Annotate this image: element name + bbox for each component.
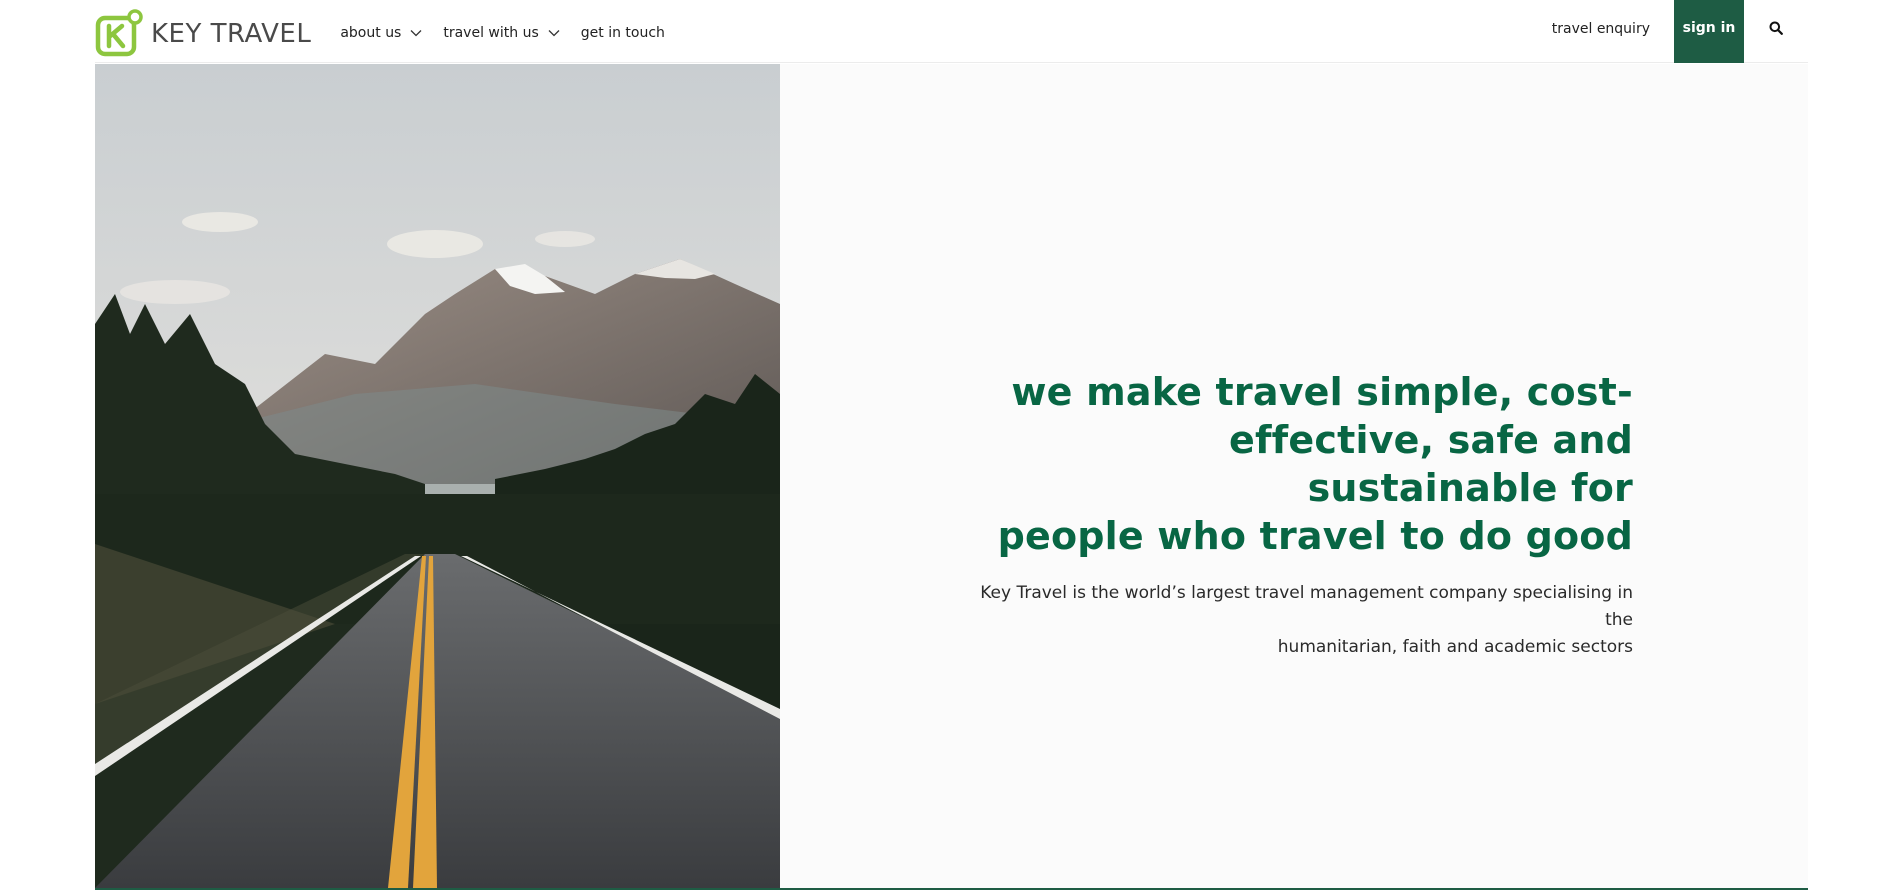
sign-in-label: sign in [1682,20,1736,36]
main-nav: about us travel with us get in touch [340,25,686,41]
hero-headline-line: people who travel to do good [997,514,1633,558]
nav-about-us-label: about us [340,25,402,41]
nav-about-us[interactable]: about us [340,25,422,41]
nav-get-in-touch[interactable]: get in touch [581,25,665,41]
hero-subline-line: Key Travel is the world’s largest travel… [980,583,1633,630]
search-icon [1769,21,1783,35]
chevron-down-icon [410,30,422,37]
hero-image-mountain-road [95,64,780,888]
nav-get-in-touch-label: get in touch [580,25,665,41]
site-header: KEY TRAVEL about us travel with us get i… [95,0,1808,63]
hero-headline-line: effective, safe and sustainable for [1228,418,1633,510]
nav-travel-with-us-label: travel with us [443,25,539,41]
hero-subline-line: humanitarian, faith and academic sectors [1277,637,1633,657]
header-actions: travel enquiry sign in [1552,0,1808,63]
hero-headline: we make travel simple, cost- effective, … [975,368,1633,560]
travel-enquiry-link[interactable]: travel enquiry [1552,21,1650,37]
key-travel-logo[interactable]: KEY TRAVEL [95,0,311,63]
sign-in-button[interactable]: sign in [1674,0,1744,63]
logo-wordmark: KEY TRAVEL [151,19,312,49]
page: KEY TRAVEL about us travel with us get i… [0,0,1904,890]
logo-k-icon [95,6,147,58]
hero-headline-line: we make travel simple, cost- [1011,370,1633,414]
search-button[interactable] [1744,0,1808,63]
hero-text: we make travel simple, cost- effective, … [975,368,1633,661]
hero-subline: Key Travel is the world’s largest travel… [975,580,1633,661]
chevron-down-icon [548,30,560,37]
nav-travel-with-us[interactable]: travel with us [443,25,560,41]
hero-section: we make travel simple, cost- effective, … [95,64,1808,888]
